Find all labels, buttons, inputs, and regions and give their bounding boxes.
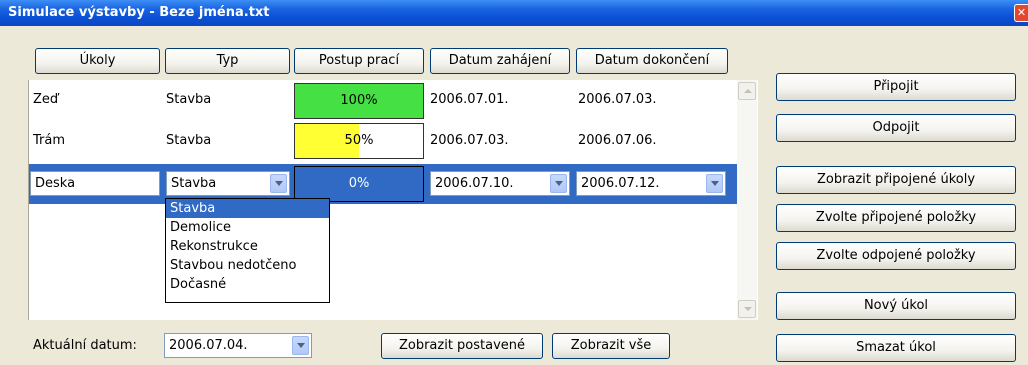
dropdown-option[interactable]: Stavba xyxy=(166,199,329,218)
select-detached-items-button[interactable]: Zvolte odpojené položky xyxy=(776,242,1016,270)
task-type-value: Stavba xyxy=(171,176,217,191)
scroll-down-icon[interactable] xyxy=(738,300,756,318)
detach-button[interactable]: Odpojit xyxy=(776,114,1016,142)
type-dropdown-list: Stavba Demolice Rekonstrukce Stavbou ned… xyxy=(165,198,330,303)
attach-button[interactable]: Připojit xyxy=(776,73,1016,101)
start-date-cell[interactable]: 2006.07.03. xyxy=(430,133,509,149)
dropdown-option[interactable]: Rekonstrukce xyxy=(166,237,329,256)
task-name-cell[interactable]: Zeď xyxy=(33,92,58,108)
task-type-cell[interactable]: Stavba xyxy=(166,133,211,149)
show-attached-tasks-button[interactable]: Zobrazit připojené úkoly xyxy=(776,166,1016,194)
column-header-progress[interactable]: Postup prací xyxy=(294,48,424,74)
progress-bar[interactable]: 0% xyxy=(294,166,424,202)
delete-task-button[interactable]: Smazat úkol xyxy=(776,334,1016,362)
close-icon[interactable]: ✕ xyxy=(1014,4,1028,22)
end-date-value: 2006.07.12. xyxy=(581,176,660,191)
dropdown-option[interactable]: Stavbou nedotčeno xyxy=(166,256,329,275)
chevron-down-icon[interactable] xyxy=(550,174,567,193)
column-header-end-date[interactable]: Datum dokončení xyxy=(576,48,728,74)
progress-label: 50% xyxy=(344,133,374,148)
current-date-picker[interactable]: 2006.07.04. xyxy=(164,333,312,358)
column-header-type[interactable]: Typ xyxy=(165,48,290,74)
chevron-down-icon[interactable] xyxy=(706,174,723,193)
chevron-down-icon[interactable] xyxy=(292,336,309,355)
grid-scrollbar[interactable] xyxy=(737,80,757,320)
dropdown-option[interactable]: Dočasné xyxy=(166,275,329,294)
start-date-cell[interactable]: 2006.07.01. xyxy=(430,92,509,108)
show-all-button[interactable]: Zobrazit vše xyxy=(552,333,670,359)
progress-label: 100% xyxy=(340,93,378,108)
start-date-value: 2006.07.10. xyxy=(435,176,514,191)
scroll-up-icon[interactable] xyxy=(738,82,756,100)
chevron-down-icon[interactable] xyxy=(270,174,287,193)
window-title: Simulace výstavby - Beze jména.txt xyxy=(8,5,270,20)
current-date-value: 2006.07.04. xyxy=(169,338,248,353)
new-task-button[interactable]: Nový úkol xyxy=(776,292,1016,320)
current-date-label: Aktuální datum: xyxy=(33,338,137,353)
dropdown-option[interactable]: Demolice xyxy=(166,218,329,237)
show-built-button[interactable]: Zobrazit postavené xyxy=(381,333,543,359)
task-name-cell[interactable]: Trám xyxy=(33,133,65,149)
end-date-cell[interactable]: 2006.07.06. xyxy=(578,133,657,149)
end-date-cell[interactable]: 2006.07.03. xyxy=(578,92,657,108)
column-header-start-date[interactable]: Datum zahájení xyxy=(430,48,570,74)
task-type-select[interactable]: Stavba xyxy=(166,171,290,196)
column-header-tasks[interactable]: Úkoly xyxy=(35,48,160,74)
start-date-picker[interactable]: 2006.07.10. xyxy=(430,171,570,196)
end-date-picker[interactable]: 2006.07.12. xyxy=(576,171,726,196)
task-name-input[interactable]: Deska xyxy=(30,171,160,196)
select-attached-items-button[interactable]: Zvolte připojené položky xyxy=(776,204,1016,232)
task-type-cell[interactable]: Stavba xyxy=(166,92,211,108)
window-titlebar: Simulace výstavby - Beze jména.txt ✕ xyxy=(0,0,1028,26)
progress-bar[interactable]: 100% xyxy=(294,83,424,119)
progress-label: 0% xyxy=(348,176,370,191)
progress-bar[interactable]: 50% xyxy=(294,123,424,159)
